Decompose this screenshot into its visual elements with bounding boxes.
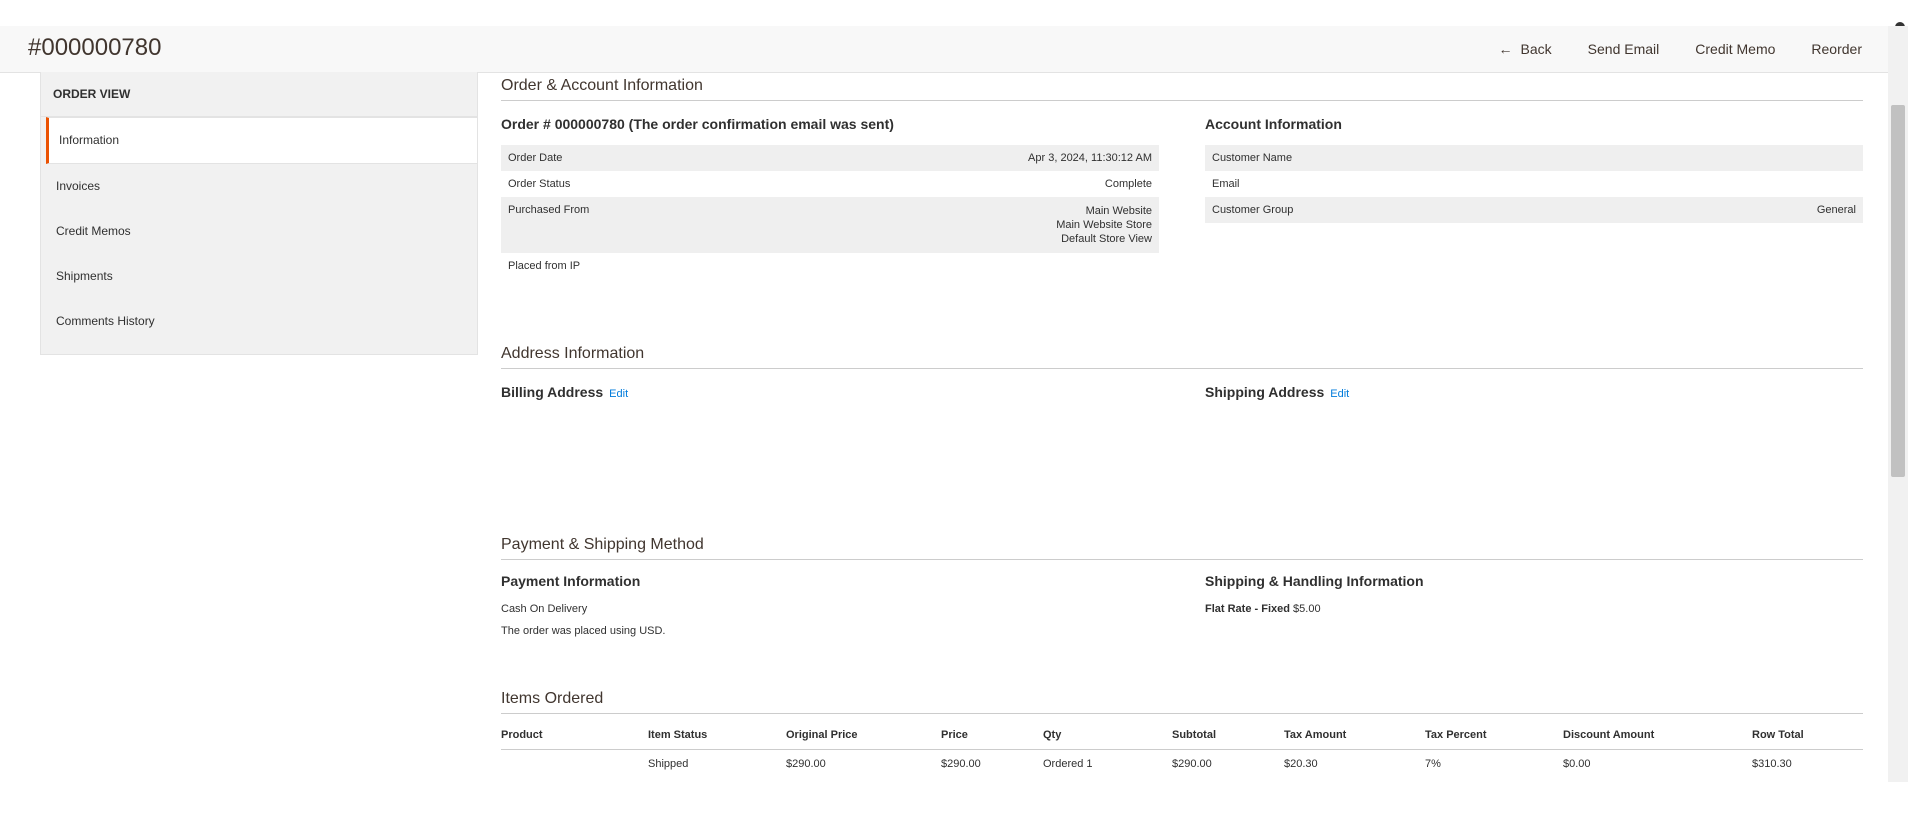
sidebar-item-shipments[interactable]: Shipments bbox=[41, 254, 477, 299]
billing-address-label: Billing Address bbox=[501, 384, 604, 400]
email-value bbox=[1627, 171, 1863, 197]
sidebar-item-comments-history[interactable]: Comments History bbox=[41, 299, 477, 344]
col-qty: Qty bbox=[1043, 723, 1172, 750]
col-subtotal: Subtotal bbox=[1172, 723, 1284, 750]
purchased-from-store: Main Website Store bbox=[1056, 219, 1152, 231]
col-tax-amount: Tax Amount bbox=[1284, 723, 1425, 750]
order-account-section-title: Order & Account Information bbox=[501, 76, 1863, 101]
page-actions: ← Back Send Email Credit Memo Reorder bbox=[1463, 26, 1862, 72]
payment-method: Cash On Delivery bbox=[501, 603, 588, 615]
customer-group-label: Customer Group bbox=[1205, 197, 1628, 223]
shipping-address-heading: Shipping Address Edit bbox=[1205, 382, 1349, 404]
purchased-from-website: Main Website bbox=[1085, 205, 1152, 217]
col-original-price: Original Price bbox=[786, 723, 941, 750]
table-row: Shipped $290.00 $290.00 Ordered 1 $290.0… bbox=[501, 750, 1863, 779]
col-product: Product bbox=[501, 723, 648, 750]
placed-from-ip-value bbox=[770, 253, 1159, 279]
payment-info-heading: Payment Information bbox=[501, 573, 641, 589]
back-button[interactable]: ← Back bbox=[1499, 41, 1552, 57]
items-header-row: Product Item Status Original Price Price… bbox=[501, 723, 1863, 750]
order-date-label: Order Date bbox=[501, 145, 770, 171]
order-status-value: Complete bbox=[1104, 178, 1152, 190]
col-item-status: Item Status bbox=[648, 723, 786, 750]
col-price: Price bbox=[941, 723, 1043, 750]
customer-name-value bbox=[1627, 145, 1863, 171]
order-heading: Order # 000000780 (The order confirmatio… bbox=[501, 116, 894, 132]
item-qty: Ordered 1 bbox=[1043, 758, 1093, 770]
item-subtotal: $290.00 bbox=[1172, 758, 1212, 770]
page-title: #000000780 bbox=[28, 34, 162, 61]
order-info-table: Order Date Apr 3, 2024, 11:30:12 AM Orde… bbox=[501, 145, 1159, 279]
shipping-method-line: Flat Rate - Fixed $5.00 bbox=[1205, 598, 1321, 620]
sidebar-item-credit-memos[interactable]: Credit Memos bbox=[41, 209, 477, 254]
account-info-table: Customer Name Email Customer Group Gener… bbox=[1205, 145, 1863, 223]
purchased-from-row: Purchased From Main Website Main Website… bbox=[501, 197, 1159, 253]
order-status-label: Order Status bbox=[508, 178, 571, 190]
back-button-label: Back bbox=[1520, 41, 1552, 57]
order-date-value: Apr 3, 2024, 11:30:12 AM bbox=[769, 145, 1159, 171]
item-tax-percent: 7% bbox=[1425, 758, 1441, 770]
sidebar-item-invoices[interactable]: Invoices bbox=[41, 164, 477, 209]
item-status: Shipped bbox=[648, 758, 689, 770]
address-section-title: Address Information bbox=[501, 344, 1863, 369]
shipping-handling-heading: Shipping & Handling Information bbox=[1205, 573, 1424, 589]
email-row: Email bbox=[1205, 171, 1863, 197]
sidebar-heading: ORDER VIEW bbox=[41, 72, 477, 117]
item-discount-amount: $0.00 bbox=[1563, 758, 1591, 770]
placed-from-ip-label: Placed from IP bbox=[508, 260, 581, 272]
item-price: $290.00 bbox=[941, 758, 981, 770]
order-view-sidebar: ORDER VIEW Information Invoices Credit M… bbox=[40, 72, 478, 355]
arrow-left-icon: ← bbox=[1498, 41, 1513, 57]
item-row-total: $310.30 bbox=[1752, 758, 1792, 770]
placed-from-ip-row: Placed from IP bbox=[501, 253, 1159, 279]
order-status-row: Order Status Complete bbox=[501, 171, 1159, 197]
items-ordered-table: Product Item Status Original Price Price… bbox=[501, 723, 1863, 778]
email-label: Email bbox=[1212, 178, 1240, 190]
page-header: #000000780 ← Back Send Email Credit Memo … bbox=[0, 26, 1888, 73]
scrollbar-thumb[interactable] bbox=[1891, 105, 1905, 477]
customer-group-value: General bbox=[1627, 197, 1863, 223]
item-original-price: $290.00 bbox=[786, 758, 826, 770]
customer-name-label: Customer Name bbox=[1205, 145, 1628, 171]
send-email-button[interactable]: Send Email bbox=[1588, 41, 1660, 57]
shipping-method-price: $5.00 bbox=[1293, 603, 1321, 615]
item-tax-amount: $20.30 bbox=[1284, 758, 1318, 770]
item-product bbox=[501, 750, 648, 779]
credit-memo-button[interactable]: Credit Memo bbox=[1695, 41, 1775, 57]
billing-address-heading: Billing Address Edit bbox=[501, 382, 628, 404]
payment-shipping-section-title: Payment & Shipping Method bbox=[501, 535, 1863, 560]
payment-currency-note: The order was placed using USD. bbox=[501, 625, 666, 637]
purchased-from-store-view: Default Store View bbox=[1061, 233, 1152, 245]
purchased-from-value: Main Website Main Website Store Default … bbox=[769, 197, 1159, 253]
order-date-row: Order Date Apr 3, 2024, 11:30:12 AM bbox=[501, 145, 1159, 171]
col-row-total: Row Total bbox=[1752, 723, 1863, 750]
shipping-address-edit-link[interactable]: Edit bbox=[1330, 388, 1349, 400]
shipping-address-label: Shipping Address bbox=[1205, 384, 1325, 400]
col-discount-amount: Discount Amount bbox=[1563, 723, 1752, 750]
account-heading: Account Information bbox=[1205, 116, 1342, 132]
customer-group-row: Customer Group General bbox=[1205, 197, 1863, 223]
items-ordered-section-title: Items Ordered bbox=[501, 689, 1863, 714]
col-tax-percent: Tax Percent bbox=[1425, 723, 1563, 750]
reorder-button[interactable]: Reorder bbox=[1811, 41, 1862, 57]
sidebar-item-information[interactable]: Information bbox=[46, 117, 477, 164]
shipping-method-name: Flat Rate - Fixed bbox=[1205, 603, 1290, 615]
billing-address-edit-link[interactable]: Edit bbox=[609, 388, 628, 400]
customer-name-row: Customer Name bbox=[1205, 145, 1863, 171]
purchased-from-label: Purchased From bbox=[501, 197, 770, 253]
